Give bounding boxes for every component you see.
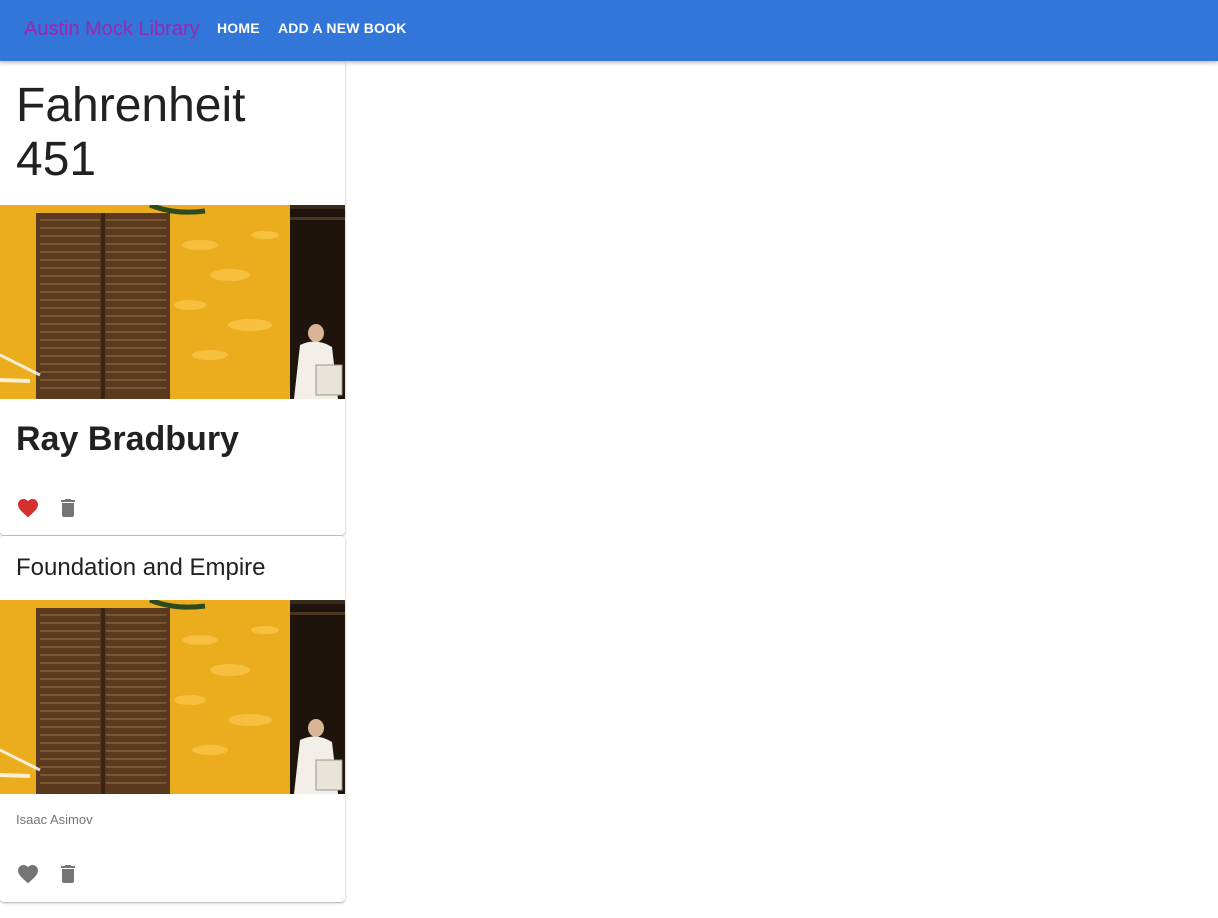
- nav-home-link[interactable]: HOME: [217, 20, 260, 36]
- delete-button[interactable]: [48, 488, 88, 528]
- book-author: Ray Bradbury: [16, 420, 239, 458]
- trash-icon: [61, 865, 75, 883]
- trash-icon: [61, 499, 75, 517]
- brand-link[interactable]: Austin Mock Library: [24, 17, 200, 41]
- book-title: Fahrenheit 451: [16, 79, 246, 186]
- app-bar: Austin Mock Library HOME ADD A NEW BOOK: [0, 0, 1218, 61]
- book-cover-image: [0, 600, 345, 794]
- book-card: Fahrenheit 451 Ray Bradbury: [0, 61, 345, 535]
- delete-button[interactable]: [48, 854, 88, 894]
- nav-add-book-link[interactable]: ADD A NEW BOOK: [278, 20, 407, 36]
- book-author: Isaac Asimov: [16, 812, 93, 827]
- book-cover-image: [0, 205, 345, 399]
- heart-icon: [18, 499, 38, 518]
- favorite-button[interactable]: [8, 854, 48, 894]
- heart-icon: [18, 865, 38, 884]
- book-card: Foundation and Empire Isaac Asimov: [0, 536, 345, 902]
- favorite-button[interactable]: [8, 488, 48, 528]
- book-title: Foundation and Empire: [16, 554, 266, 581]
